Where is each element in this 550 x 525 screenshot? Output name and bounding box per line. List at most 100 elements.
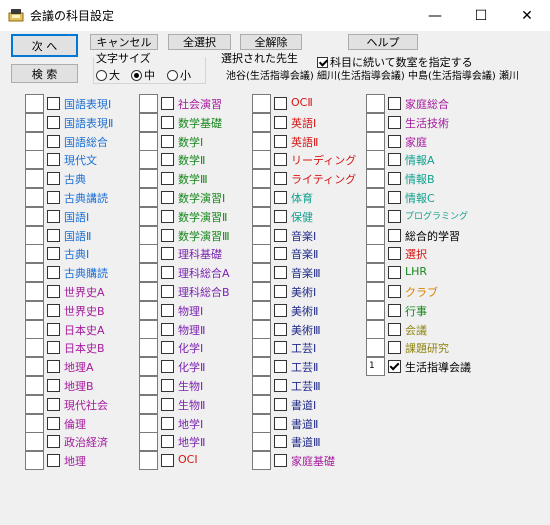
- subject-checkbox[interactable]: [274, 454, 287, 467]
- room-number-input[interactable]: [139, 432, 158, 451]
- room-number-input[interactable]: [25, 132, 44, 151]
- room-number-input[interactable]: [25, 244, 44, 263]
- room-number-input[interactable]: [25, 338, 44, 357]
- subject-checkbox[interactable]: [274, 247, 287, 260]
- subject-checkbox[interactable]: [47, 379, 60, 392]
- room-number-input[interactable]: [139, 244, 158, 263]
- deselect-all-button[interactable]: 全解除: [240, 34, 302, 50]
- room-number-input[interactable]: [139, 451, 158, 470]
- subject-checkbox[interactable]: [161, 153, 174, 166]
- subject-checkbox[interactable]: [274, 97, 287, 110]
- subject-checkbox[interactable]: [274, 435, 287, 448]
- room-number-input[interactable]: [366, 226, 385, 245]
- subject-checkbox[interactable]: [47, 229, 60, 242]
- room-number-input[interactable]: [252, 301, 271, 320]
- subject-checkbox[interactable]: [47, 435, 60, 448]
- room-number-input[interactable]: [252, 207, 271, 226]
- room-number-input[interactable]: [366, 301, 385, 320]
- subject-checkbox[interactable]: [274, 266, 287, 279]
- subject-checkbox[interactable]: [388, 341, 401, 354]
- room-number-input[interactable]: [25, 376, 44, 395]
- room-number-input[interactable]: [139, 207, 158, 226]
- subject-checkbox[interactable]: [274, 304, 287, 317]
- next-button[interactable]: 次 へ: [11, 34, 78, 57]
- room-number-input[interactable]: [252, 414, 271, 433]
- subject-checkbox[interactable]: [274, 229, 287, 242]
- subject-checkbox[interactable]: [161, 210, 174, 223]
- room-number-input[interactable]: [252, 150, 271, 169]
- font-size-small-radio[interactable]: 小: [167, 67, 191, 83]
- room-number-input[interactable]: [252, 451, 271, 470]
- room-number-input[interactable]: [139, 357, 158, 376]
- subject-checkbox[interactable]: [274, 210, 287, 223]
- subject-checkbox[interactable]: [388, 285, 401, 298]
- room-number-input[interactable]: [25, 414, 44, 433]
- room-number-input[interactable]: [366, 207, 385, 226]
- maximize-button[interactable]: ☐: [458, 0, 504, 31]
- search-button[interactable]: 検 索: [11, 64, 78, 83]
- subject-checkbox[interactable]: [47, 285, 60, 298]
- room-number-input[interactable]: [139, 226, 158, 245]
- room-number-input[interactable]: [139, 94, 158, 113]
- room-number-input[interactable]: [366, 263, 385, 282]
- room-number-input[interactable]: [25, 451, 44, 470]
- subject-checkbox[interactable]: [274, 135, 287, 148]
- subject-checkbox[interactable]: [274, 323, 287, 336]
- subject-checkbox[interactable]: [47, 417, 60, 430]
- subject-checkbox[interactable]: [388, 172, 401, 185]
- subject-checkbox[interactable]: [388, 210, 401, 223]
- subject-checkbox[interactable]: [47, 323, 60, 336]
- subject-checkbox[interactable]: [47, 210, 60, 223]
- room-number-input[interactable]: [252, 338, 271, 357]
- subject-checkbox[interactable]: [47, 172, 60, 185]
- room-number-input[interactable]: [252, 376, 271, 395]
- room-number-input[interactable]: [25, 263, 44, 282]
- room-number-input[interactable]: [139, 301, 158, 320]
- room-number-input[interactable]: [252, 113, 271, 132]
- subject-checkbox[interactable]: [161, 229, 174, 242]
- room-number-input[interactable]: [25, 301, 44, 320]
- subject-checkbox[interactable]: [161, 191, 174, 204]
- subject-checkbox[interactable]: [47, 266, 60, 279]
- room-number-input[interactable]: [25, 113, 44, 132]
- font-size-large-radio[interactable]: 大: [96, 67, 120, 83]
- room-number-input[interactable]: [252, 244, 271, 263]
- room-number-input[interactable]: [252, 395, 271, 414]
- room-number-input[interactable]: [366, 113, 385, 132]
- close-button[interactable]: ✕: [504, 0, 550, 31]
- subject-checkbox[interactable]: [161, 360, 174, 373]
- subject-checkbox[interactable]: [47, 191, 60, 204]
- subject-checkbox[interactable]: [388, 191, 401, 204]
- subject-checkbox[interactable]: [274, 379, 287, 392]
- subject-checkbox[interactable]: [388, 153, 401, 166]
- room-number-input[interactable]: [366, 244, 385, 263]
- room-number-input[interactable]: 1: [366, 357, 385, 376]
- select-all-button[interactable]: 全選択: [168, 34, 231, 50]
- room-number-input[interactable]: [25, 207, 44, 226]
- subject-checkbox[interactable]: [388, 97, 401, 110]
- subject-checkbox[interactable]: [47, 360, 60, 373]
- subject-checkbox[interactable]: [388, 229, 401, 242]
- subject-checkbox[interactable]: [161, 341, 174, 354]
- subject-checkbox[interactable]: [161, 379, 174, 392]
- subject-checkbox[interactable]: [274, 285, 287, 298]
- room-number-input[interactable]: [139, 414, 158, 433]
- subject-checkbox[interactable]: [161, 285, 174, 298]
- room-number-input[interactable]: [25, 150, 44, 169]
- subject-checkbox[interactable]: [161, 323, 174, 336]
- room-number-input[interactable]: [366, 188, 385, 207]
- room-number-input[interactable]: [366, 169, 385, 188]
- room-number-input[interactable]: [366, 132, 385, 151]
- room-number-input[interactable]: [25, 282, 44, 301]
- room-number-input[interactable]: [139, 395, 158, 414]
- subject-checkbox[interactable]: [47, 135, 60, 148]
- room-number-input[interactable]: [252, 320, 271, 339]
- subject-checkbox[interactable]: [47, 341, 60, 354]
- room-number-input[interactable]: [252, 169, 271, 188]
- room-number-input[interactable]: [252, 94, 271, 113]
- room-number-input[interactable]: [139, 263, 158, 282]
- room-number-input[interactable]: [139, 113, 158, 132]
- subject-checkbox[interactable]: [47, 116, 60, 129]
- room-number-input[interactable]: [139, 320, 158, 339]
- room-number-input[interactable]: [25, 94, 44, 113]
